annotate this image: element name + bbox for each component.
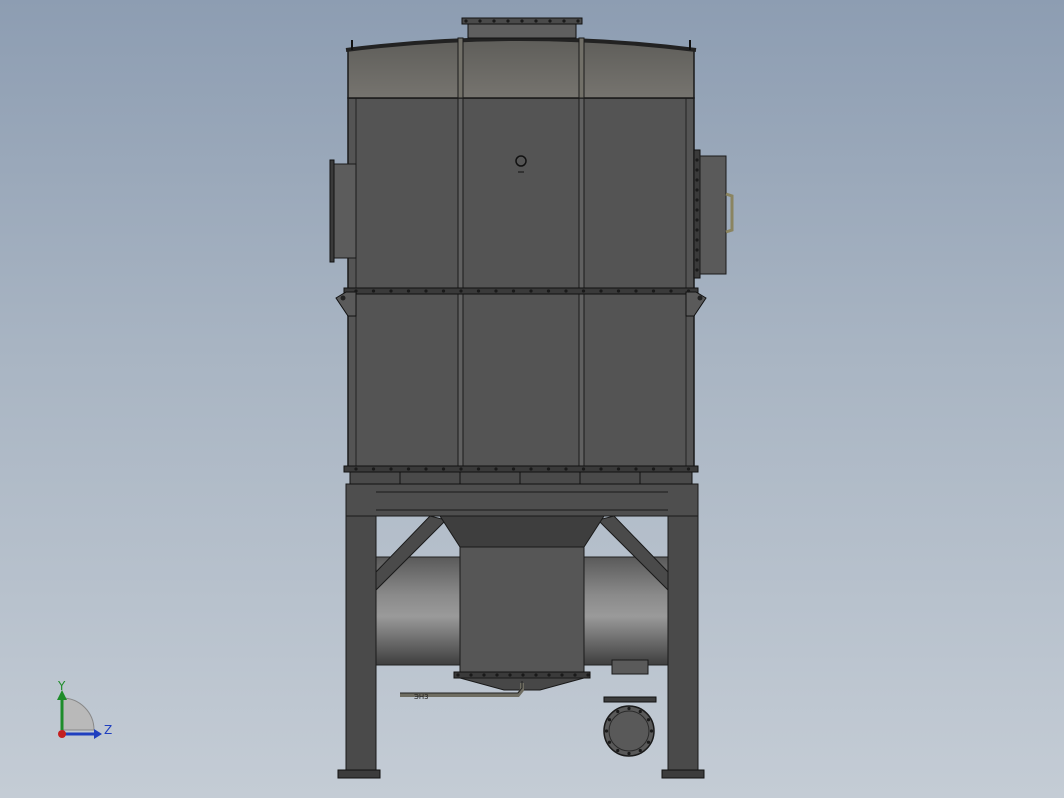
bolt	[686, 289, 691, 293]
bolt	[581, 467, 586, 471]
bolt	[607, 718, 612, 722]
bolt	[548, 19, 552, 23]
left-inlet	[329, 159, 357, 263]
bolt	[646, 718, 651, 722]
bolt	[573, 673, 577, 677]
bolt	[354, 289, 358, 293]
bolt	[459, 467, 463, 471]
bolt	[576, 19, 580, 23]
housing-lower	[343, 291, 699, 485]
bolt	[616, 289, 621, 293]
bolt	[546, 289, 551, 293]
bolt	[476, 289, 481, 293]
bolt	[634, 467, 638, 471]
bolt	[695, 258, 699, 262]
bolt	[508, 673, 512, 677]
bolt	[495, 673, 499, 677]
bolt	[494, 289, 498, 293]
bolt	[354, 467, 358, 471]
bolt	[686, 467, 691, 471]
bolt	[695, 158, 699, 162]
bolt	[695, 238, 699, 242]
bolt	[607, 740, 612, 744]
bolt	[616, 709, 620, 714]
bolt	[424, 467, 428, 471]
bolt	[599, 467, 603, 471]
bolt	[695, 248, 699, 252]
bolt	[520, 19, 524, 23]
bolt	[651, 467, 656, 471]
bolt	[695, 228, 699, 232]
bolt	[695, 268, 699, 272]
bolt	[604, 729, 609, 733]
bolt	[651, 289, 656, 293]
roof	[345, 37, 697, 99]
bolt	[616, 467, 621, 471]
cad-viewport[interactable]: ЭН3 Y Z	[0, 0, 1064, 798]
bolt	[406, 289, 411, 293]
bolt	[560, 673, 564, 677]
bolt	[695, 188, 699, 192]
coordinate-triad[interactable]: Y Z	[57, 679, 112, 739]
hopper	[439, 515, 605, 691]
bolt	[695, 208, 699, 212]
bolt	[424, 289, 428, 293]
bolt	[456, 673, 460, 677]
bolt	[695, 218, 699, 222]
bolt	[389, 289, 393, 293]
bolt	[492, 19, 496, 23]
bolt	[695, 178, 699, 182]
bolt	[494, 467, 498, 471]
bolt	[638, 709, 642, 714]
right-access-door	[693, 149, 734, 279]
bolt	[534, 673, 538, 677]
triad-plane	[61, 697, 95, 731]
bolt	[695, 198, 699, 202]
bolt	[564, 289, 568, 293]
bolt	[581, 289, 586, 293]
bolt	[646, 740, 651, 744]
bolt	[506, 19, 510, 23]
bolt	[547, 673, 551, 677]
bolt	[406, 467, 411, 471]
bolt	[441, 467, 446, 471]
bolt	[586, 673, 590, 677]
housing-upper	[347, 97, 695, 291]
bolt	[459, 289, 463, 293]
bolt	[476, 467, 481, 471]
model-view[interactable]: ЭН3 Y Z	[0, 0, 1064, 798]
bolt	[695, 168, 699, 172]
bolt	[562, 19, 566, 23]
bolt	[649, 729, 654, 733]
bolt	[469, 673, 473, 677]
bolt	[669, 467, 673, 471]
y-axis-label: Y	[57, 679, 66, 693]
bolt	[529, 467, 533, 471]
bolt	[616, 748, 620, 753]
bolt	[599, 289, 603, 293]
bolt	[478, 19, 482, 23]
bolt	[669, 289, 673, 293]
pipe-tag: ЭН3	[414, 693, 429, 701]
bolt	[627, 706, 631, 711]
bolt	[638, 748, 642, 753]
bolt	[529, 289, 533, 293]
bolt	[564, 467, 568, 471]
bolt	[482, 673, 486, 677]
bolt	[511, 467, 516, 471]
bolt	[634, 289, 638, 293]
bolt	[464, 19, 468, 23]
bolt	[627, 751, 631, 756]
bolt	[389, 467, 393, 471]
bolt	[441, 289, 446, 293]
z-axis-label: Z	[104, 723, 112, 737]
x-axis-origin	[58, 730, 66, 738]
bolt	[371, 467, 376, 471]
bolt	[521, 673, 525, 677]
bolt	[371, 289, 376, 293]
bolt	[546, 467, 551, 471]
bolt	[511, 289, 516, 293]
bolt	[534, 19, 538, 23]
